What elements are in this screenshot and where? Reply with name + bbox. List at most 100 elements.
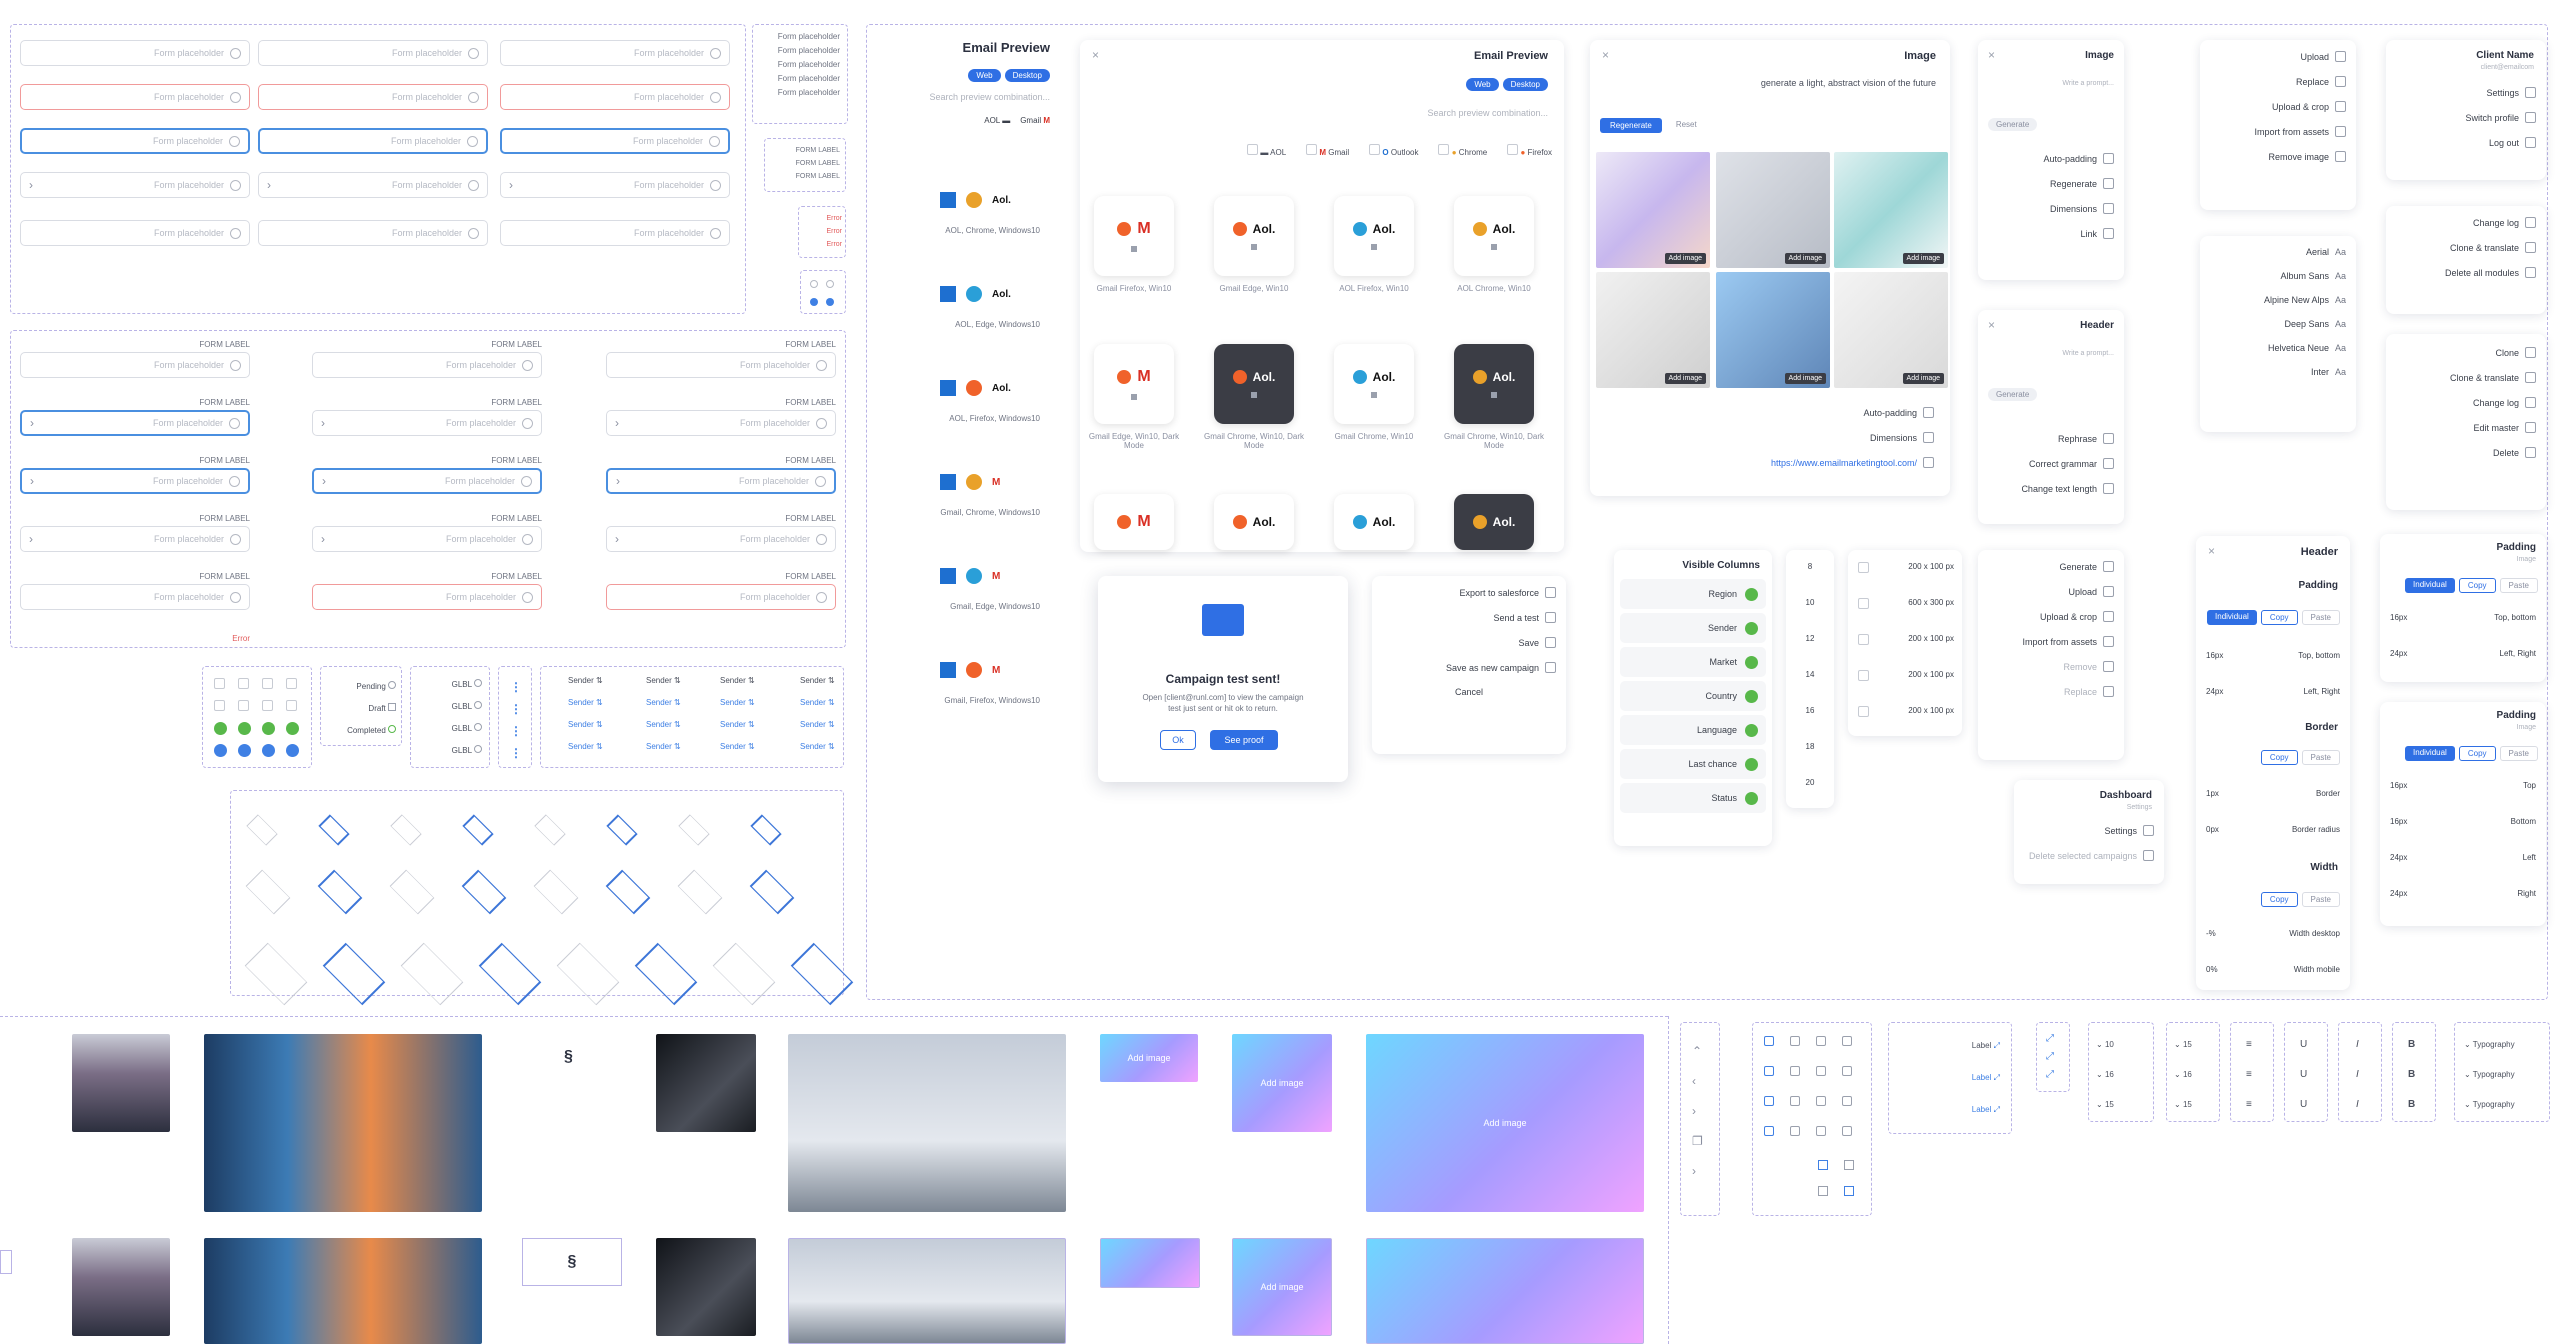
expand-icon[interactable]: ⤢: [1994, 1073, 2000, 1082]
menu-item[interactable]: Clone & translate: [2386, 235, 2546, 260]
close-icon[interactable]: ×: [1092, 48, 1099, 62]
generate-button[interactable]: Generate: [1988, 118, 2038, 131]
number-item[interactable]: 16: [1786, 706, 1834, 715]
sender-sort-item[interactable]: Sender ⇅: [800, 698, 835, 707]
check-blue-icon[interactable]: [238, 744, 251, 757]
menu-item[interactable]: Upload: [2200, 44, 2356, 69]
number-item[interactable]: 8: [1786, 562, 1834, 571]
form-field[interactable]: Form placeholder: [20, 128, 250, 154]
italic-icon[interactable]: I: [2356, 1060, 2359, 1090]
menu-item[interactable]: Import from assets: [1978, 629, 2124, 654]
column-toggle[interactable]: Last chance: [1620, 749, 1766, 779]
chevron-right-icon[interactable]: ›: [1692, 1156, 1703, 1186]
prompt-input[interactable]: Write a prompt...: [2062, 350, 2114, 357]
expand-icon[interactable]: ⤢: [2046, 1066, 2054, 1084]
column-toggle[interactable]: Market: [1620, 647, 1766, 677]
check-blue-icon[interactable]: [214, 744, 227, 757]
chevron-up-icon[interactable]: ⌃: [1692, 1036, 1703, 1066]
padding-row[interactable]: 24px Left: [2390, 840, 2536, 876]
size-item[interactable]: 200 x 100 px: [1858, 634, 1954, 645]
padding-row[interactable]: 24px Left, Right: [2206, 674, 2340, 710]
cancel-button[interactable]: Cancel: [1372, 680, 1566, 704]
preview-tile[interactable]: Aol.: [1454, 344, 1534, 424]
checkbox[interactable]: [214, 700, 225, 711]
menu-item[interactable]: Generate: [1978, 554, 2124, 579]
prompt-input[interactable]: Write a prompt...: [2062, 80, 2114, 87]
add-image-box[interactable]: [1366, 1238, 1644, 1344]
checkbox[interactable]: [262, 678, 273, 689]
copy-button[interactable]: Copy: [2260, 750, 2298, 765]
preview-tile[interactable]: Aol.: [1214, 196, 1294, 276]
menu-item[interactable]: Correct grammar: [1978, 451, 2124, 476]
paste-button[interactable]: Paste: [2499, 746, 2538, 761]
expand-icon[interactable]: [1764, 1066, 1774, 1076]
font-item[interactable]: Aerial Aa: [2200, 240, 2356, 264]
individual-button[interactable]: Individual: [2405, 578, 2455, 593]
chevron-right-icon[interactable]: ›: [1692, 1096, 1703, 1126]
font-item[interactable]: Album Sans Aa: [2200, 264, 2356, 288]
generated-image[interactable]: Add image: [1716, 272, 1830, 388]
sender-sort-item[interactable]: Sender ⇅: [568, 676, 603, 685]
paste-button[interactable]: Paste: [2499, 578, 2538, 593]
sender-sort-item[interactable]: Sender ⇅: [800, 720, 835, 729]
sender-sort-item[interactable]: Sender ⇅: [646, 720, 681, 729]
form-field[interactable]: Form placeholder: [500, 220, 730, 246]
menu-item[interactable]: Clone: [2386, 340, 2546, 365]
bold-icon[interactable]: B: [2408, 1090, 2415, 1120]
preview-list-row[interactable]: Aol.: [940, 192, 1011, 208]
link-button[interactable]: §: [522, 1238, 622, 1286]
expand-icon[interactable]: [1764, 1126, 1774, 1136]
size-select[interactable]: ⌄ 15: [2174, 1030, 2192, 1060]
size-select[interactable]: ⌄ 15: [2096, 1090, 2114, 1120]
form-field[interactable]: › Form placeholder: [312, 410, 542, 436]
generated-image[interactable]: Add image: [1596, 272, 1710, 388]
sender-sort-item[interactable]: Sender ⇅: [720, 698, 755, 707]
form-field[interactable]: › Form placeholder: [20, 468, 250, 494]
typography-select[interactable]: ⌄ Typography: [2464, 1060, 2544, 1090]
form-field[interactable]: Form placeholder: [312, 352, 542, 378]
menu-item[interactable]: Upload & crop: [2200, 94, 2356, 119]
grid-icon[interactable]: [1844, 1186, 1854, 1196]
radio-icon[interactable]: [826, 280, 834, 288]
copy-button[interactable]: Copy: [2260, 892, 2298, 907]
filter-outlook[interactable]: O Outlook: [1369, 144, 1418, 157]
list-item[interactable]: Form placeholder: [760, 86, 840, 100]
option-dimensions[interactable]: Dimensions: [1596, 425, 1944, 450]
add-image-box[interactable]: [1100, 1238, 1200, 1288]
menu-item[interactable]: Regenerate: [1978, 171, 2124, 196]
add-image-button[interactable]: Add image: [1902, 253, 1944, 264]
add-image-button[interactable]: Add image: [1664, 253, 1706, 264]
width-row[interactable]: -% Width desktop: [2206, 916, 2340, 952]
window-icon[interactable]: [1842, 1126, 1852, 1136]
checkbox[interactable]: [1858, 670, 1869, 681]
sender-sort-item[interactable]: Sender ⇅: [568, 698, 603, 707]
list-item[interactable]: Form placeholder: [760, 58, 840, 72]
ok-button[interactable]: Ok: [1160, 730, 1196, 750]
form-field[interactable]: Form placeholder: [20, 40, 250, 66]
chevron-left-icon[interactable]: ‹: [1692, 1066, 1703, 1096]
filter-firefox[interactable]: ● Firefox: [1507, 144, 1552, 157]
checkbox[interactable]: [1858, 706, 1869, 717]
checkbox[interactable]: [238, 700, 249, 711]
filter-aol[interactable]: ▬ AOL: [1247, 144, 1286, 157]
sender-sort-item[interactable]: Sender ⇅: [646, 676, 681, 685]
menu-item[interactable]: Settings: [2014, 818, 2164, 843]
italic-icon[interactable]: I: [2356, 1030, 2359, 1060]
add-image-box[interactable]: Add image: [1232, 1238, 1332, 1336]
form-field[interactable]: › Form placeholder: [20, 172, 250, 198]
see-proof-button[interactable]: See proof: [1210, 730, 1278, 750]
padding-row[interactable]: 16px Top, bottom: [2390, 600, 2536, 636]
copy-button[interactable]: Copy: [2458, 746, 2496, 761]
form-field[interactable]: Form placeholder: [20, 84, 250, 110]
radio-selected-icon[interactable]: [826, 298, 834, 306]
form-field[interactable]: Form placeholder: [258, 220, 488, 246]
individual-button[interactable]: Individual: [2207, 610, 2257, 625]
checkbox[interactable]: [262, 700, 273, 711]
checkbox[interactable]: [1858, 562, 1869, 573]
tab-desktop[interactable]: Desktop: [1502, 78, 1548, 91]
border-row[interactable]: 0px Border radius: [2206, 812, 2340, 848]
checkbox[interactable]: [1858, 634, 1869, 645]
checkbox[interactable]: [1858, 598, 1869, 609]
padding-row[interactable]: 24px Left, Right: [2390, 636, 2536, 672]
check-blue-icon[interactable]: [262, 744, 275, 757]
